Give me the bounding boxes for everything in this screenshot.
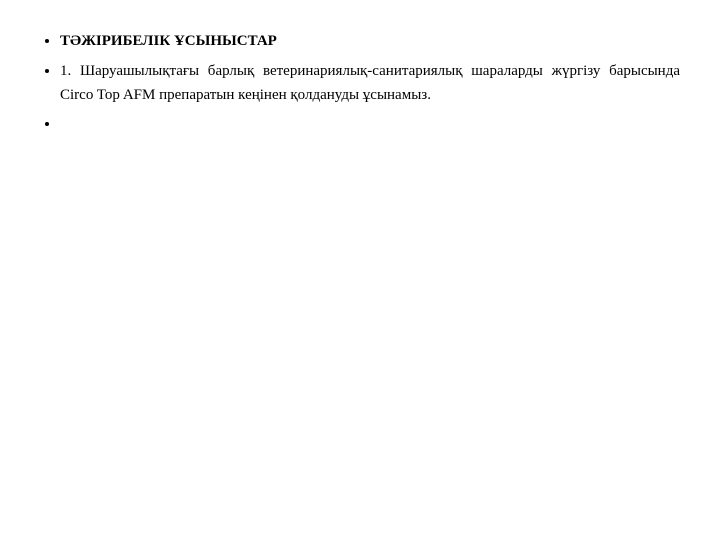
body-paragraph: 1. Шаруашылықтағы барлық ветеринариялық-… — [60, 63, 680, 103]
page-container: ТӘЖІРИБЕЛІК ҰСЫНЫСТАР 1. Шаруашылықтағы … — [0, 0, 720, 540]
heading-text: ТӘЖІРИБЕЛІК ҰСЫНЫСТАР — [60, 33, 277, 49]
empty-list-item — [60, 113, 680, 133]
body-list-item: 1. Шаруашылықтағы барлық ветеринариялық-… — [60, 59, 680, 107]
content-list: ТӘЖІРИБЕЛІК ҰСЫНЫСТАР 1. Шаруашылықтағы … — [40, 30, 680, 133]
heading-list-item: ТӘЖІРИБЕЛІК ҰСЫНЫСТАР — [60, 30, 680, 53]
content-area: ТӘЖІРИБЕЛІК ҰСЫНЫСТАР 1. Шаруашылықтағы … — [40, 30, 680, 133]
